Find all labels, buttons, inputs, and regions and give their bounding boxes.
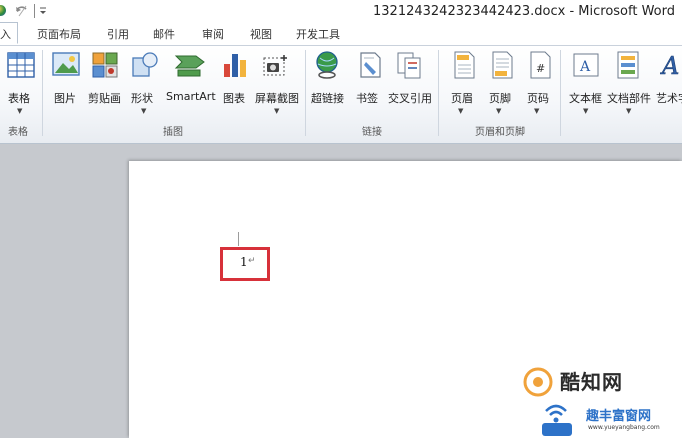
- bookmark-label: 书签: [356, 92, 378, 105]
- table-dropdown-icon: ▼: [17, 107, 23, 115]
- clipart-icon: [92, 52, 118, 78]
- smartart-icon: [174, 55, 205, 77]
- picture-label: 图片: [54, 92, 76, 105]
- tab-review[interactable]: 审阅: [202, 26, 224, 42]
- group-separator: [305, 50, 306, 136]
- wordart-icon: A: [660, 52, 680, 80]
- svg-text:A: A: [579, 59, 591, 75]
- footer-label: 页脚: [489, 92, 511, 105]
- page-number-text[interactable]: 1: [240, 255, 248, 269]
- customize-qat-icon[interactable]: [39, 6, 47, 16]
- hyperlink-label: 超链接: [311, 92, 344, 105]
- header-icon: [454, 51, 475, 79]
- picture-icon: [52, 52, 80, 76]
- group-label-illustrations: 插图: [163, 127, 183, 138]
- header-label: 页眉: [451, 92, 473, 105]
- footer-icon: [492, 51, 513, 79]
- page-number-icon: #: [530, 51, 551, 79]
- crossref-label: 交叉引用: [388, 92, 432, 105]
- screenshot-dropdown-icon: ▼: [274, 107, 280, 115]
- group-separator: [438, 50, 439, 136]
- office-logo-icon[interactable]: [0, 5, 6, 16]
- tab-view[interactable]: 视图: [250, 26, 272, 42]
- svg-text:#: #: [536, 62, 545, 75]
- chart-label: 图表: [223, 92, 245, 105]
- tab-references[interactable]: 引用: [107, 26, 129, 42]
- paragraph-mark: ↵: [248, 256, 256, 266]
- shapes-label: 形状: [131, 92, 153, 105]
- table-label: 表格: [8, 92, 30, 105]
- title-bar: 1321243242323442423.docx - Microsoft Wor…: [0, 0, 682, 23]
- group-label-tables: 表格: [8, 127, 28, 138]
- qat-separator: [34, 4, 35, 18]
- footer-dropdown-icon: ▼: [496, 107, 502, 115]
- group-label-header-footer: 页眉和页脚: [475, 127, 525, 138]
- watermark-text-secondary: 趣丰富窗网: [586, 409, 652, 424]
- screenshot-icon: [263, 55, 287, 76]
- clipart-label: 剪贴画: [88, 92, 121, 105]
- undo-icon[interactable]: [14, 3, 30, 19]
- window-title: 1321243242323442423.docx - Microsoft Wor…: [373, 4, 675, 19]
- group-label-links: 链接: [362, 127, 382, 138]
- shapes-icon: [132, 52, 158, 77]
- bookmark-icon: [360, 52, 381, 78]
- quickparts-icon: [617, 51, 639, 79]
- quickparts-dropdown-icon: ▼: [626, 107, 632, 115]
- tab-developer[interactable]: 开发工具: [296, 26, 340, 42]
- tab-page-layout[interactable]: 页面布局: [37, 26, 81, 42]
- textbox-icon: A: [573, 53, 599, 77]
- table-icon: [7, 52, 35, 78]
- globe-link-icon: [316, 51, 338, 79]
- textbox-label: 文本框: [569, 92, 602, 105]
- crossref-icon: [397, 52, 421, 79]
- shapes-dropdown-icon: ▼: [141, 107, 147, 115]
- header-dropdown-icon: ▼: [458, 107, 464, 115]
- pagenumber-label: 页码: [527, 92, 549, 105]
- svg-text:A: A: [660, 52, 679, 80]
- tab-mailings[interactable]: 邮件: [153, 26, 175, 42]
- watermark-text-primary: 酷知网: [560, 370, 623, 394]
- screenshot-label: 屏幕截图: [255, 92, 299, 105]
- ribbon: 表格 ▼ 表格 图片 剪贴画 形状 ▼ SmartArt 图表 屏幕截图 ▼ 插…: [0, 46, 682, 144]
- watermark-url: www.yueyangbang.com: [588, 424, 660, 431]
- quickparts-label: 文档部件: [607, 92, 651, 105]
- group-separator: [560, 50, 561, 136]
- chart-icon: [224, 54, 246, 77]
- smartart-label: SmartArt: [166, 90, 216, 103]
- textbox-dropdown-icon: ▼: [583, 107, 589, 115]
- pagenumber-dropdown-icon: ▼: [534, 107, 540, 115]
- header-boundary-mark: [238, 232, 239, 246]
- wordart-label: 艺术字: [656, 92, 682, 105]
- group-separator: [42, 50, 43, 136]
- ribbon-tabs: 入 页面布局 引用 邮件 审阅 视图 开发工具: [0, 22, 682, 46]
- tab-insert[interactable]: 入: [0, 22, 18, 44]
